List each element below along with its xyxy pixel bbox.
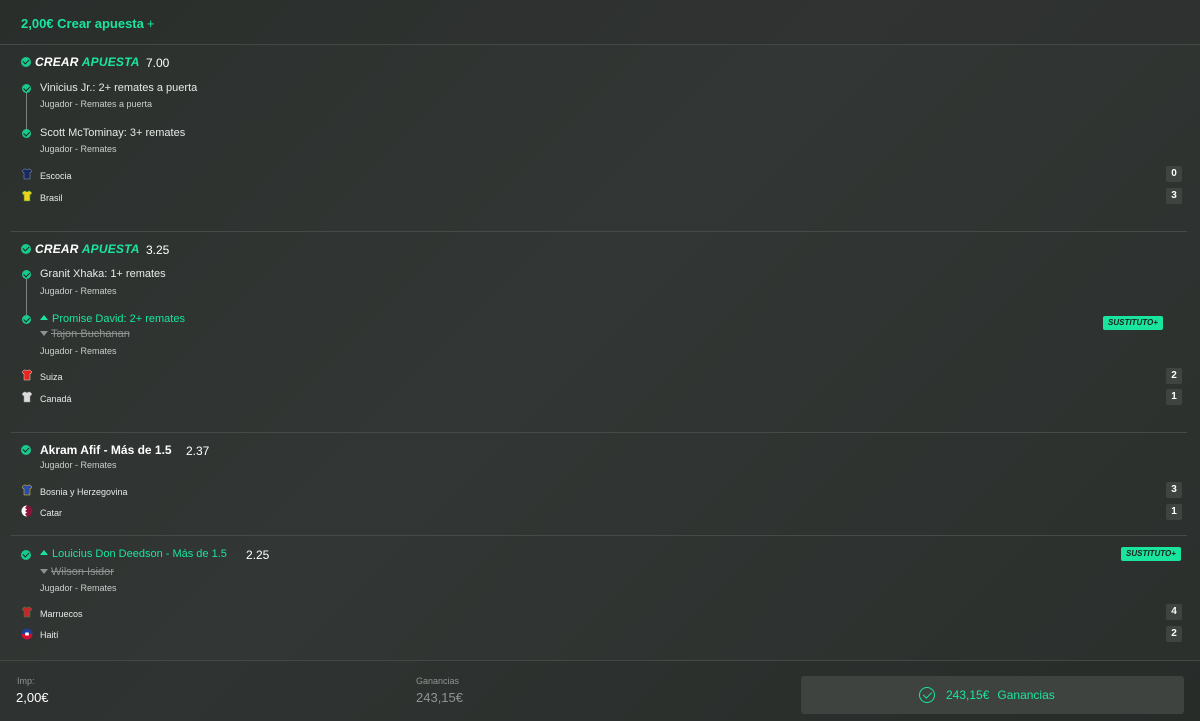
team-name: Marruecos bbox=[40, 609, 83, 619]
team-name: Brasil bbox=[40, 193, 63, 203]
bet-odds: 2.25 bbox=[246, 548, 270, 562]
arrow-up-icon bbox=[40, 315, 48, 320]
team-score: 3 bbox=[1166, 188, 1182, 204]
leg-market: Jugador - Remates bbox=[40, 460, 117, 470]
cta-amount: 243,15€ bbox=[946, 688, 990, 702]
bet-title-word1: CREAR bbox=[35, 55, 79, 69]
place-bet-button[interactable]: 243,15€ Ganancias bbox=[801, 676, 1184, 714]
check-circle-icon bbox=[21, 550, 31, 560]
team-name: Escocia bbox=[40, 171, 72, 181]
divider bbox=[11, 535, 1187, 536]
bet-selection: Akram Afif - Más de 1.5 bbox=[40, 443, 172, 457]
team-score: 3 bbox=[1166, 482, 1182, 498]
check-circle-icon bbox=[21, 57, 31, 67]
bet-slip-header[interactable]: 2,00€ Crear apuesta + bbox=[0, 0, 1200, 45]
bet-slip-footer: Imp: 2,00€ Ganancias 243,15€ 243,15€ Gana… bbox=[0, 660, 1200, 721]
team-score: 1 bbox=[1166, 389, 1182, 405]
team-name: Catar bbox=[40, 508, 63, 518]
check-circle-icon bbox=[21, 244, 31, 254]
leg-selection-substitute: Promise David: 2+ remates bbox=[40, 313, 185, 325]
bet-odds: 7.00 bbox=[146, 56, 170, 70]
bet-slip: 2,00€ Crear apuesta + CREAR APUESTA 7.00 … bbox=[0, 0, 1200, 721]
leg-connector bbox=[26, 278, 27, 316]
team-score: 1 bbox=[1166, 504, 1182, 520]
replaced-player: Wilson Isidor bbox=[40, 566, 114, 578]
divider bbox=[11, 231, 1187, 232]
leg-connector bbox=[26, 92, 27, 130]
cta-label: Ganancias bbox=[997, 688, 1055, 702]
arrow-down-icon bbox=[40, 569, 48, 574]
bet-odds: 2.37 bbox=[186, 444, 210, 458]
leg-market: Jugador - Remates bbox=[40, 144, 117, 154]
plus-icon[interactable]: + bbox=[147, 16, 155, 31]
team-score: 2 bbox=[1166, 626, 1182, 642]
check-circle-icon bbox=[22, 129, 31, 138]
team-score: 2 bbox=[1166, 368, 1182, 384]
replaced-player-name: Wilson Isidor bbox=[51, 566, 114, 578]
check-circle-icon bbox=[21, 445, 31, 455]
team-shirt-icon bbox=[21, 391, 33, 403]
team-name: Canadá bbox=[40, 394, 72, 404]
leg-market: Jugador - Remates bbox=[40, 583, 117, 593]
arrow-down-icon bbox=[40, 331, 48, 336]
team-shirt-icon bbox=[21, 190, 33, 202]
divider bbox=[11, 432, 1187, 433]
stake-input[interactable]: 2,00€ bbox=[16, 690, 49, 705]
check-circle-icon bbox=[919, 687, 935, 703]
team-shirt-icon bbox=[21, 628, 33, 640]
bet-selection-substitute: Louicius Don Deedson - Más de 1.5 bbox=[40, 548, 227, 560]
team-shirt-icon bbox=[21, 369, 33, 381]
bet-title-word2: APUESTA bbox=[81, 242, 140, 256]
bet-odds: 3.25 bbox=[146, 243, 170, 257]
leg-selection: Granit Xhaka: 1+ remates bbox=[40, 268, 166, 280]
bet-slip-title[interactable]: 2,00€ Crear apuesta + bbox=[21, 16, 154, 31]
leg-selection: Scott McTominay: 3+ remates bbox=[40, 127, 186, 139]
arrow-up-icon bbox=[40, 550, 48, 555]
team-shirt-icon bbox=[21, 484, 33, 496]
place-bet-label: 243,15€ Ganancias bbox=[946, 688, 1055, 702]
leg-selection-name: Promise David: 2+ remates bbox=[52, 313, 185, 325]
bet-title-word2: APUESTA bbox=[81, 55, 140, 69]
leg-selection: Vinicius Jr.: 2+ remates a puerta bbox=[40, 82, 198, 94]
stake-label: Imp: bbox=[17, 676, 35, 686]
team-shirt-icon bbox=[21, 505, 33, 517]
bet-title: CREAR APUESTA bbox=[35, 55, 140, 69]
bet-title-word1: CREAR bbox=[35, 242, 79, 256]
leg-market: Jugador - Remates bbox=[40, 346, 117, 356]
check-circle-icon bbox=[22, 315, 31, 324]
team-score: 4 bbox=[1166, 604, 1182, 620]
bet-slip-title-text: 2,00€ Crear apuesta bbox=[21, 16, 144, 31]
substitute-badge[interactable]: SUSTITUTO+ bbox=[1121, 547, 1181, 561]
winnings-value: 243,15€ bbox=[416, 690, 463, 705]
replaced-player: Tajon Buchanan bbox=[40, 328, 130, 340]
team-shirt-icon bbox=[21, 168, 33, 180]
team-name: Bosnia y Herzegovina bbox=[40, 487, 128, 497]
bet-title: CREAR APUESTA bbox=[35, 242, 140, 256]
team-name: Suiza bbox=[40, 372, 63, 382]
bet-selection-name: Louicius Don Deedson - Más de 1.5 bbox=[52, 548, 227, 560]
team-score: 0 bbox=[1166, 166, 1182, 182]
substitute-badge[interactable]: SUSTITUTO+ bbox=[1103, 316, 1163, 330]
winnings-label: Ganancias bbox=[416, 676, 460, 686]
leg-market: Jugador - Remates bbox=[40, 286, 117, 296]
team-shirt-icon bbox=[21, 606, 33, 618]
team-name: Haití bbox=[40, 630, 59, 640]
replaced-player-name: Tajon Buchanan bbox=[51, 328, 130, 340]
check-circle-icon bbox=[22, 84, 31, 93]
leg-market: Jugador - Remates a puerta bbox=[40, 99, 153, 109]
check-circle-icon bbox=[22, 270, 31, 279]
